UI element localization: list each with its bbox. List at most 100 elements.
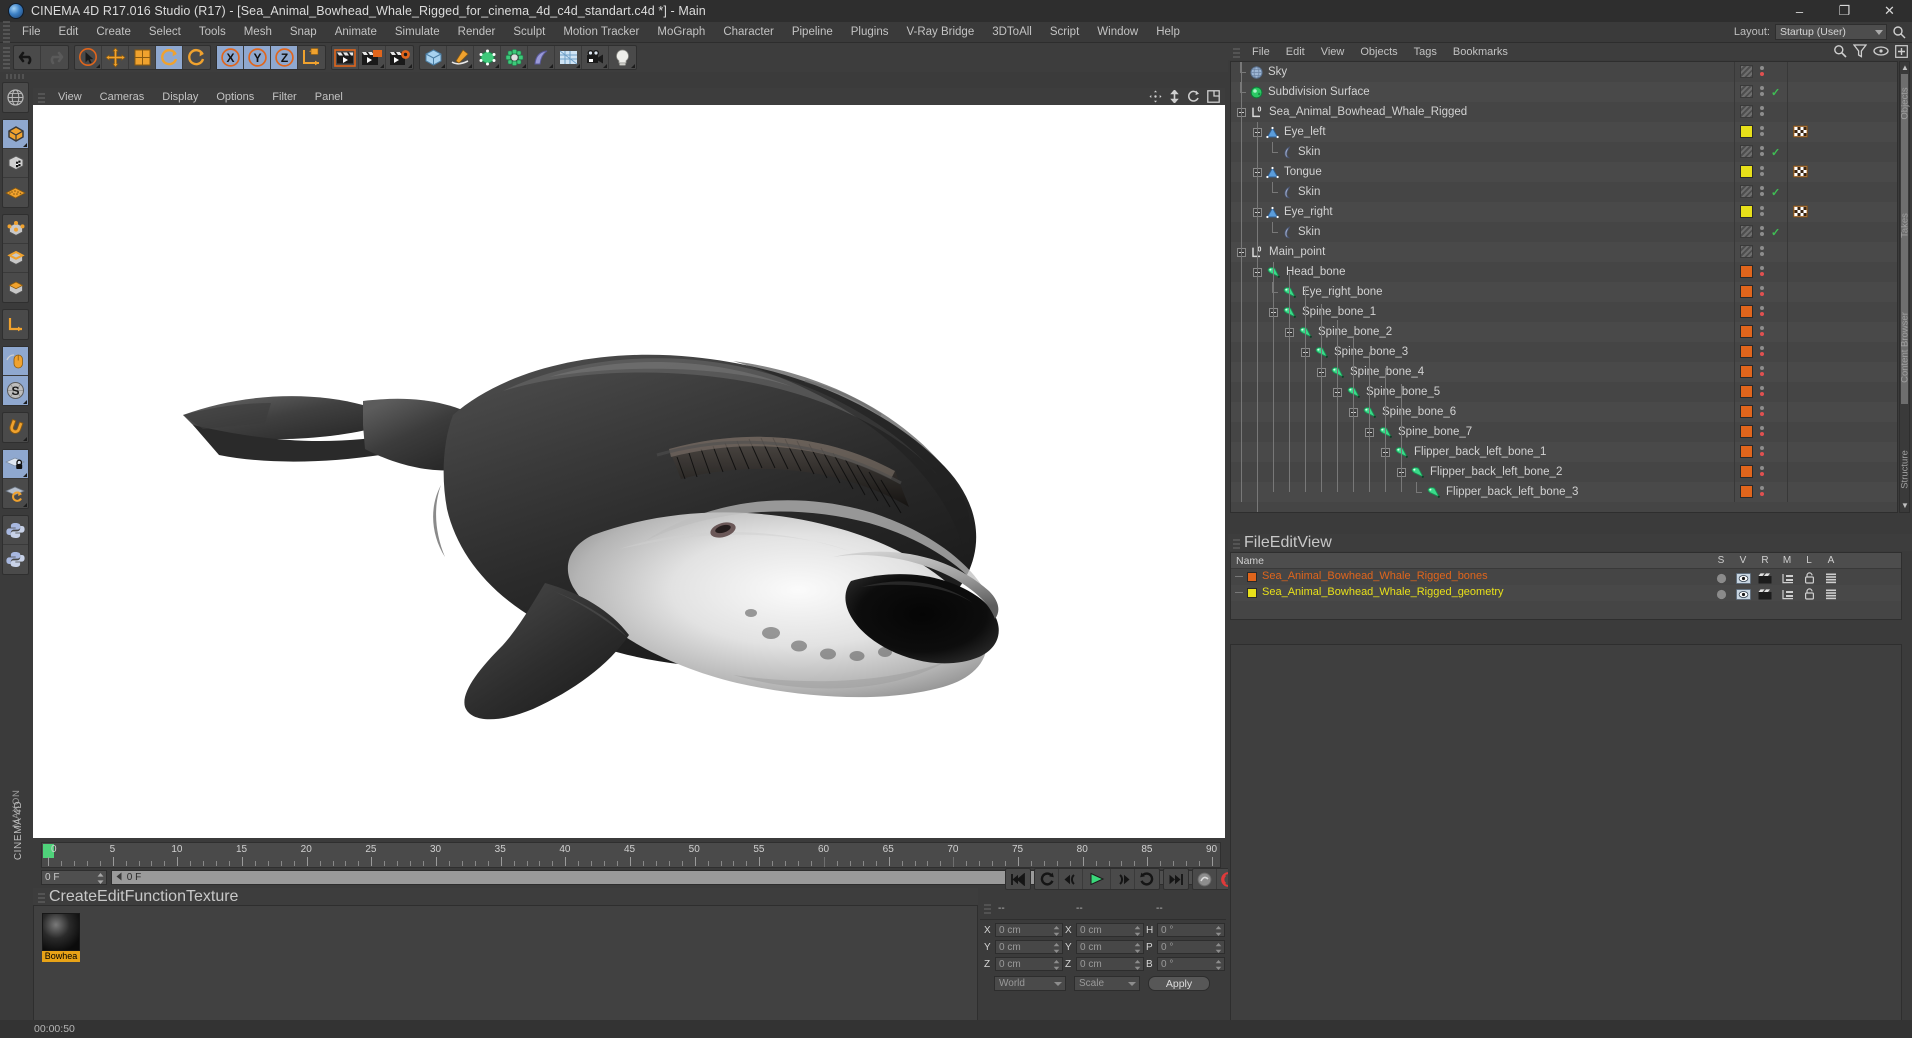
object-visibility-dots[interactable]: [1760, 306, 1765, 318]
object-tree-row[interactable]: 0 Main_point: [1231, 242, 1897, 262]
size-mode-dropdown[interactable]: Scale: [1074, 976, 1140, 991]
enabled-check-icon[interactable]: ✓: [1771, 146, 1780, 159]
objmgr-menu-file[interactable]: File: [1244, 45, 1278, 59]
object-tree-row[interactable]: Eye_right_bone: [1231, 281, 1897, 302]
rotate-view-icon[interactable]: [1187, 90, 1200, 103]
workplane-mode-button[interactable]: [3, 178, 28, 207]
material-lock-icon[interactable]: [1800, 587, 1818, 605]
object-color-swatch[interactable]: [1740, 365, 1753, 378]
objmgr-menu-bookmarks[interactable]: Bookmarks: [1445, 45, 1516, 59]
object-tree-row[interactable]: Spine_bone_5: [1231, 382, 1897, 402]
timeline-ruler[interactable]: 0 5 10 15 20 25 30 35 40 45 50 55 60 65 70 75 80 85 90: [41, 842, 1221, 868]
object-visibility-dots[interactable]: [1760, 486, 1765, 498]
object-visibility-dots[interactable]: [1760, 86, 1765, 98]
add-deformer-button[interactable]: [501, 46, 528, 69]
coordinate-system-dropdown[interactable]: World: [994, 976, 1066, 991]
object-visibility-dots[interactable]: [1760, 246, 1765, 258]
enabled-check-icon[interactable]: ✓: [1771, 186, 1780, 199]
edge-mode-button[interactable]: [3, 244, 28, 273]
spinner-icon[interactable]: [97, 873, 104, 884]
object-color-swatch[interactable]: [1740, 165, 1753, 178]
play-button[interactable]: [1083, 869, 1111, 889]
object-tree-row[interactable]: Spine_bone_6: [1231, 402, 1897, 422]
object-visibility-dots[interactable]: [1760, 226, 1765, 238]
enabled-check-icon[interactable]: ✓: [1771, 86, 1780, 99]
menu-item-plugins[interactable]: Plugins: [842, 23, 898, 41]
material-eye-icon[interactable]: [1734, 587, 1752, 605]
apply-button[interactable]: Apply: [1148, 976, 1210, 991]
add-environment-button[interactable]: [555, 46, 582, 69]
add-light-button[interactable]: [609, 46, 636, 69]
zoom-icon[interactable]: [1169, 90, 1180, 103]
enabled-check-icon[interactable]: ✓: [1771, 226, 1780, 239]
left-toolbar-grip[interactable]: [5, 74, 26, 79]
matmgr-menu-file[interactable]: File: [1244, 534, 1270, 552]
object-tree-row[interactable]: Head_bone: [1231, 262, 1897, 282]
object-tree-row[interactable]: Skin ✓: [1231, 141, 1897, 162]
object-tree-row[interactable]: 0 Sea_Animal_Bowhead_Whale_Rigged: [1231, 102, 1897, 122]
object-visibility-dots[interactable]: [1760, 166, 1765, 178]
viewport-menu-options[interactable]: Options: [207, 90, 263, 104]
object-visibility-dots[interactable]: [1760, 126, 1765, 138]
maximize-button[interactable]: ❐: [1822, 0, 1867, 22]
material-film-icon[interactable]: [1756, 587, 1774, 605]
viewport-menu-display[interactable]: Display: [153, 90, 207, 104]
object-color-swatch[interactable]: [1740, 305, 1753, 318]
close-button[interactable]: ✕: [1867, 0, 1912, 22]
object-manager-grip[interactable]: [1233, 45, 1240, 58]
object-visibility-dots[interactable]: [1760, 386, 1765, 398]
rotation-p-field[interactable]: 0 °: [1157, 940, 1225, 954]
object-color-swatch[interactable]: [1740, 245, 1753, 258]
polygon-mode-button[interactable]: [3, 273, 28, 302]
material-col-m[interactable]: M: [1778, 555, 1796, 566]
size-x-field[interactable]: 0 cm: [1076, 923, 1144, 937]
material-col-l[interactable]: L: [1800, 555, 1818, 566]
object-color-swatch[interactable]: [1740, 225, 1753, 238]
object-tree-row[interactable]: Eye_right: [1231, 202, 1897, 222]
python-generator-button[interactable]: [3, 545, 28, 574]
object-tree-row[interactable]: Spine_bone_7: [1231, 422, 1897, 442]
menu-item-v-ray-bridge[interactable]: V-Ray Bridge: [897, 23, 983, 41]
material-layers-icon[interactable]: [1778, 587, 1796, 605]
material-menu-function[interactable]: Function: [125, 888, 186, 906]
object-tree-row[interactable]: Spine_bone_1: [1231, 302, 1897, 322]
menu-item-mesh[interactable]: Mesh: [235, 23, 281, 41]
object-color-swatch[interactable]: [1740, 285, 1753, 298]
menu-item-sculpt[interactable]: Sculpt: [504, 23, 554, 41]
menu-item-script[interactable]: Script: [1041, 23, 1088, 41]
object-visibility-dots[interactable]: [1760, 206, 1765, 218]
objmgr-menu-tags[interactable]: Tags: [1406, 45, 1445, 59]
search-objects-icon[interactable]: [1833, 44, 1847, 58]
preview-range-bar[interactable]: 0 F 90 F: [111, 870, 1155, 885]
move-tool-button[interactable]: [102, 46, 129, 69]
object-tree-row[interactable]: Skin ✓: [1231, 221, 1897, 242]
object-color-swatch[interactable]: [1740, 105, 1753, 118]
object-visibility-dots[interactable]: [1760, 146, 1765, 158]
filter-objects-icon[interactable]: [1853, 44, 1867, 58]
object-visibility-dots[interactable]: [1760, 346, 1765, 358]
object-visibility-dots[interactable]: [1760, 186, 1765, 198]
object-visibility-dots[interactable]: [1760, 326, 1765, 338]
object-visibility-dots[interactable]: [1760, 66, 1765, 78]
record-active-objects-button[interactable]: [1193, 869, 1217, 889]
rotation-h-field[interactable]: 0 °: [1157, 923, 1225, 937]
object-color-swatch[interactable]: [1740, 445, 1753, 458]
add-nurbs-button[interactable]: [528, 46, 555, 69]
object-visibility-dots[interactable]: [1760, 446, 1765, 458]
object-tree-row[interactable]: Flipper_back_left_bone_3: [1231, 481, 1897, 502]
viewport-grip[interactable]: [38, 90, 45, 103]
object-color-swatch[interactable]: [1740, 345, 1753, 358]
side-tab-structure[interactable]: Structure: [1898, 409, 1912, 531]
object-visibility-dots[interactable]: [1760, 406, 1765, 418]
object-tree-row[interactable]: Spine_bone_2: [1231, 322, 1897, 342]
material-col-r[interactable]: R: [1756, 555, 1774, 566]
material-list[interactable]: Bowhea: [33, 905, 978, 1030]
object-tree-row[interactable]: Eye_left: [1231, 122, 1897, 142]
object-visibility-dots[interactable]: [1760, 426, 1765, 438]
material-menu-edit[interactable]: Edit: [97, 888, 125, 906]
menu-item-window[interactable]: Window: [1088, 23, 1147, 41]
go-to-end-button[interactable]: [1164, 869, 1188, 889]
soft-selection-button[interactable]: S: [3, 376, 28, 405]
object-visibility-dots[interactable]: [1760, 466, 1765, 478]
lock-x-axis-button[interactable]: X: [217, 46, 244, 69]
